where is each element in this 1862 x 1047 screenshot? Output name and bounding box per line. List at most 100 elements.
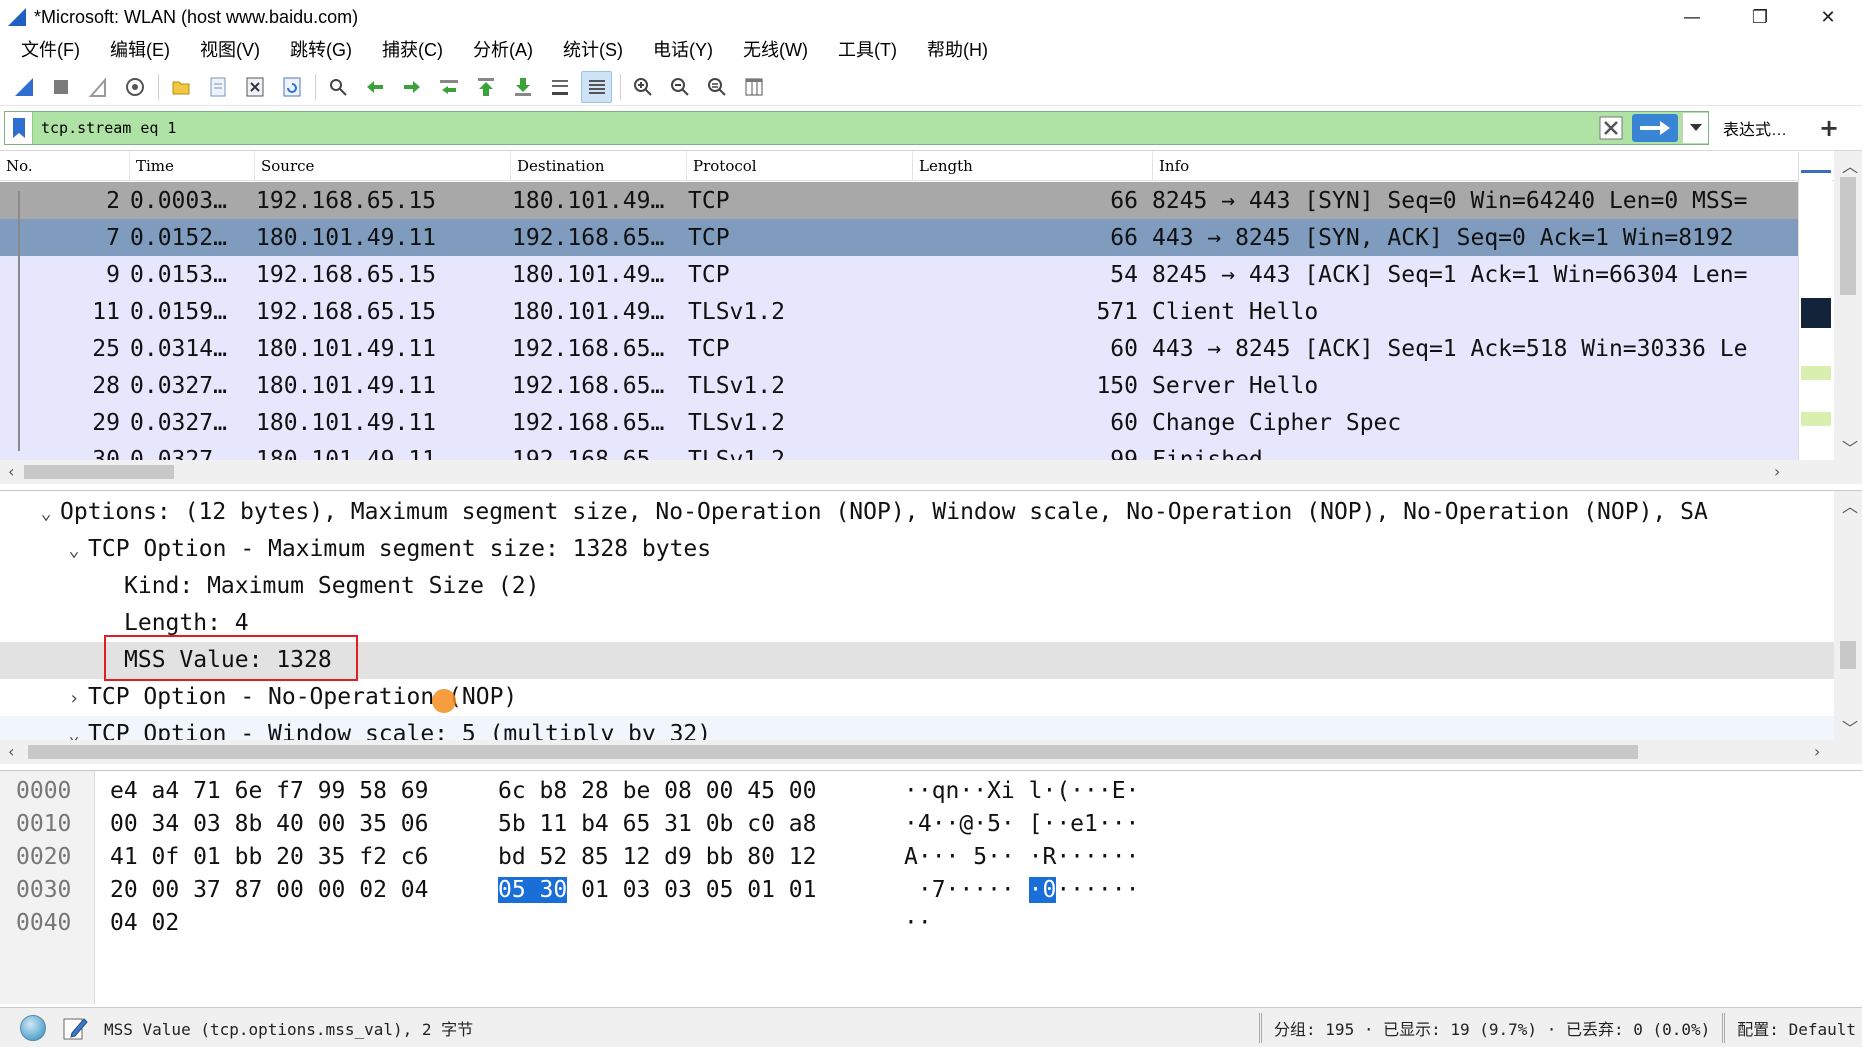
- go-to-packet-button[interactable]: [433, 71, 464, 103]
- packet-row-selected[interactable]: 7 0.0152… 180.101.49.11 192.168.65… TCP …: [0, 219, 1798, 256]
- menu-wireless[interactable]: 无线(W): [728, 34, 823, 66]
- ascii-bytes[interactable]: ·4··@·5· [··e1···: [904, 808, 1139, 841]
- menu-view[interactable]: 视图(V): [185, 34, 275, 66]
- column-header-time[interactable]: Time: [130, 151, 255, 181]
- menu-go[interactable]: 跳转(G): [275, 34, 367, 66]
- close-button[interactable]: ✕: [1794, 0, 1862, 34]
- hex-bytes[interactable]: 04 02: [110, 907, 179, 940]
- restart-capture-button[interactable]: [82, 71, 113, 103]
- zoom-in-button[interactable]: [627, 71, 658, 103]
- details-hscroll[interactable]: ‹ ›: [0, 740, 1862, 764]
- packet-row[interactable]: 11 0.0159… 192.168.65.15 180.101.49… TLS…: [0, 293, 1798, 330]
- save-file-button[interactable]: [202, 71, 233, 103]
- capture-options-button[interactable]: [119, 71, 150, 103]
- column-header-protocol[interactable]: Protocol: [687, 151, 913, 181]
- scroll-right-icon[interactable]: ›: [1814, 742, 1820, 761]
- ascii-bytes[interactable]: ··: [904, 907, 932, 940]
- packet-list-hscroll[interactable]: ‹ ›: [0, 460, 1862, 484]
- hex-bytes[interactable]: bd 52 85 12 d9 bb 80 12: [498, 841, 817, 874]
- scroll-down-icon[interactable]: ﹀: [1842, 435, 1858, 459]
- stop-capture-button[interactable]: [45, 71, 76, 103]
- go-back-button[interactable]: [359, 71, 390, 103]
- ascii-bytes-highlighted[interactable]: ·0: [1028, 877, 1057, 903]
- ascii-bytes[interactable]: A··· 5·· ·R······: [904, 841, 1139, 874]
- close-file-button[interactable]: [239, 71, 270, 103]
- go-forward-button[interactable]: [396, 71, 427, 103]
- normal-size-button[interactable]: [701, 71, 732, 103]
- menu-edit[interactable]: 编辑(E): [95, 34, 185, 66]
- hscroll-thumb[interactable]: [28, 745, 1638, 759]
- first-packet-button[interactable]: [470, 71, 501, 103]
- last-packet-button[interactable]: [507, 71, 538, 103]
- menu-statistics[interactable]: 统计(S): [548, 34, 638, 66]
- column-header-length[interactable]: Length: [913, 151, 1153, 181]
- packet-row[interactable]: 9 0.0153… 192.168.65.15 180.101.49… TCP …: [0, 256, 1798, 293]
- resize-columns-button[interactable]: [738, 71, 769, 103]
- ascii-bytes[interactable]: ··qn··Xi l·(···E·: [904, 775, 1139, 808]
- profile-label[interactable]: 配置: Default: [1737, 1016, 1856, 1040]
- tree-item-kind[interactable]: Kind: Maximum Segment Size (2): [0, 568, 1834, 605]
- menu-capture[interactable]: 捕获(C): [367, 34, 458, 66]
- packet-row[interactable]: 2 0.0003… 192.168.65.15 180.101.49… TCP …: [0, 182, 1798, 219]
- packet-row[interactable]: 28 0.0327… 180.101.49.11 192.168.65… TLS…: [0, 367, 1798, 404]
- ascii-bytes[interactable]: ·7·····: [904, 877, 1029, 903]
- open-file-button[interactable]: [165, 71, 196, 103]
- scroll-up-icon[interactable]: ︿: [1842, 153, 1858, 177]
- expert-info-icon[interactable]: [20, 1014, 46, 1041]
- zoom-out-button[interactable]: [664, 71, 695, 103]
- scroll-left-icon[interactable]: ‹: [8, 462, 14, 481]
- tree-item-nop[interactable]: › TCP Option - No-Operation (NOP): [0, 679, 1834, 716]
- menu-help[interactable]: 帮助(H): [912, 34, 1003, 66]
- hex-bytes[interactable]: 20 00 37 87 00 00 02 04: [110, 874, 429, 907]
- chevron-down-icon[interactable]: ⌄: [32, 495, 60, 532]
- hex-bytes[interactable]: 6c b8 28 be 08 00 45 00: [498, 775, 817, 808]
- recent-filters-dropdown[interactable]: [1682, 113, 1708, 143]
- tree-item-mss-option[interactable]: ⌄ TCP Option - Maximum segment size: 1328…: [0, 531, 1834, 568]
- apply-filter-button[interactable]: [1632, 114, 1678, 142]
- vscroll-thumb[interactable]: [1840, 177, 1856, 295]
- reload-file-button[interactable]: [276, 71, 307, 103]
- packet-row[interactable]: 25 0.0314… 180.101.49.11 192.168.65… TCP…: [0, 330, 1798, 367]
- add-filter-button[interactable]: +: [1819, 114, 1839, 142]
- hex-bytes-highlighted[interactable]: 05 30: [498, 877, 568, 903]
- colorize-button[interactable]: [581, 70, 612, 103]
- details-vscroll[interactable]: ︿ ﹀: [1834, 491, 1862, 740]
- tree-item-options[interactable]: ⌄ Options: (12 bytes), Maximum segment si…: [0, 494, 1834, 531]
- hex-bytes[interactable]: e4 a4 71 6e f7 99 58 69: [110, 775, 429, 808]
- minimize-button[interactable]: —: [1658, 0, 1726, 34]
- scroll-left-icon[interactable]: ‹: [8, 742, 14, 761]
- hscroll-thumb[interactable]: [24, 465, 174, 479]
- chevron-down-icon[interactable]: ⌄: [60, 532, 88, 569]
- edit-comment-icon[interactable]: [62, 1015, 88, 1041]
- hex-bytes-row[interactable]: 05 30 01 03 03 05 01 01: [498, 874, 817, 907]
- menu-file[interactable]: 文件(F): [6, 34, 95, 66]
- start-capture-button[interactable]: [8, 71, 39, 103]
- column-header-info[interactable]: Info: [1153, 151, 1796, 181]
- column-header-destination[interactable]: Destination: [511, 151, 687, 181]
- hex-bytes[interactable]: 5b 11 b4 65 31 0b c0 a8: [498, 808, 817, 841]
- menu-analyze[interactable]: 分析(A): [458, 34, 548, 66]
- menu-telephony[interactable]: 电话(Y): [638, 34, 728, 66]
- filter-bookmark-button[interactable]: [5, 112, 33, 144]
- hex-bytes[interactable]: 01 03 03 05 01 01: [567, 877, 816, 903]
- hex-bytes[interactable]: 00 34 03 8b 40 00 35 06: [110, 808, 429, 841]
- vscroll-thumb[interactable]: [1840, 641, 1856, 669]
- clear-filter-button[interactable]: [1596, 113, 1626, 143]
- hex-bytes[interactable]: 41 0f 01 bb 20 35 f2 c6: [110, 841, 429, 874]
- packet-list-vscroll[interactable]: ︿ ﹀: [1834, 151, 1862, 460]
- chevron-right-icon[interactable]: ›: [60, 680, 88, 717]
- restore-button[interactable]: ❐: [1726, 0, 1794, 34]
- display-filter-input[interactable]: [33, 112, 1596, 144]
- ascii-bytes-row[interactable]: ·7····· ·0······: [904, 874, 1139, 907]
- auto-scroll-button[interactable]: [544, 71, 575, 103]
- scroll-down-icon[interactable]: ﹀: [1842, 715, 1858, 739]
- scroll-up-icon[interactable]: ︿: [1842, 493, 1858, 517]
- column-header-no[interactable]: No.: [0, 151, 130, 181]
- menu-tools[interactable]: 工具(T): [823, 34, 912, 66]
- expression-button[interactable]: 表达式…: [1723, 116, 1787, 140]
- packet-row[interactable]: 29 0.0327… 180.101.49.11 192.168.65… TLS…: [0, 404, 1798, 441]
- ascii-bytes[interactable]: ······: [1056, 877, 1139, 903]
- find-packet-button[interactable]: [322, 71, 353, 103]
- scroll-right-icon[interactable]: ›: [1774, 462, 1780, 481]
- column-header-source[interactable]: Source: [255, 151, 511, 181]
